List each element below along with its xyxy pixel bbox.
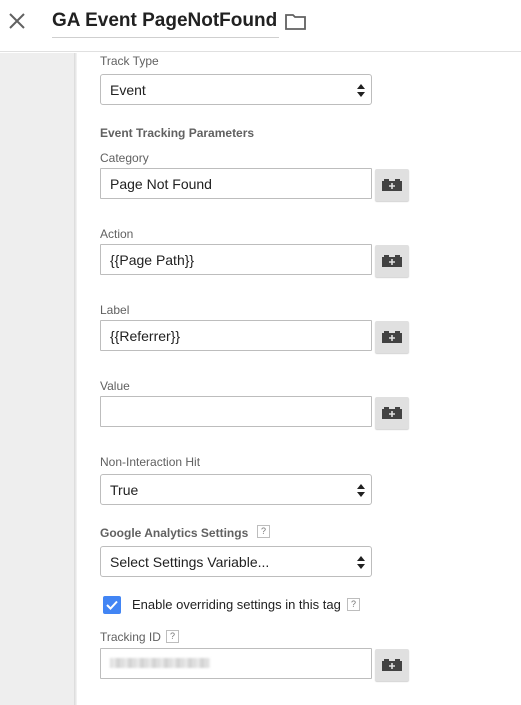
override-help-icon[interactable]: ?	[347, 598, 360, 611]
label-input[interactable]: {{Referrer}}	[100, 320, 372, 351]
value-variable-button[interactable]	[375, 397, 409, 429]
label-variable-button[interactable]	[375, 321, 409, 353]
add-variable-icon	[382, 255, 402, 267]
redacted-tracking-id	[110, 658, 210, 668]
track-type-select[interactable]: Event	[100, 74, 372, 105]
tracking-id-label: Tracking ID	[100, 630, 161, 644]
action-variable-button[interactable]	[375, 245, 409, 277]
value-label: Value	[100, 379, 130, 393]
add-variable-icon	[382, 659, 402, 671]
add-variable-icon	[382, 331, 402, 343]
tag-configuration-form: Track Type Event Event Tracking Paramete…	[0, 0, 521, 705]
select-arrows-icon	[357, 556, 365, 569]
value-input[interactable]	[100, 396, 372, 427]
category-variable-button[interactable]	[375, 169, 409, 201]
track-type-value: Event	[110, 82, 146, 98]
add-variable-icon	[382, 407, 402, 419]
override-settings-label: Enable overriding settings in this tag	[132, 597, 341, 612]
tracking-id-help-icon[interactable]: ?	[166, 630, 179, 643]
action-input[interactable]: {{Page Path}}	[100, 244, 372, 275]
category-label: Category	[100, 151, 149, 165]
settings-variable-value: Select Settings Variable...	[110, 554, 270, 570]
track-type-label: Track Type	[100, 54, 159, 68]
category-input[interactable]: Page Not Found	[100, 168, 372, 199]
checkmark-icon	[106, 600, 118, 610]
google-analytics-settings-label: Google Analytics Settings	[100, 526, 249, 540]
non-interaction-hit-label: Non-Interaction Hit	[100, 455, 201, 469]
non-interaction-hit-select[interactable]: True	[100, 474, 372, 505]
select-arrows-icon	[357, 84, 365, 97]
override-settings-checkbox[interactable]	[103, 596, 121, 614]
event-tracking-parameters-heading: Event Tracking Parameters	[100, 126, 255, 140]
action-label: Action	[100, 227, 134, 241]
select-arrows-icon	[357, 484, 365, 497]
settings-variable-select[interactable]: Select Settings Variable...	[100, 546, 372, 577]
add-variable-icon	[382, 179, 402, 191]
label-field-label: Label	[100, 303, 130, 317]
tracking-id-variable-button[interactable]	[375, 649, 409, 681]
non-interaction-hit-value: True	[110, 482, 139, 498]
ga-settings-help-icon[interactable]: ?	[257, 525, 270, 538]
